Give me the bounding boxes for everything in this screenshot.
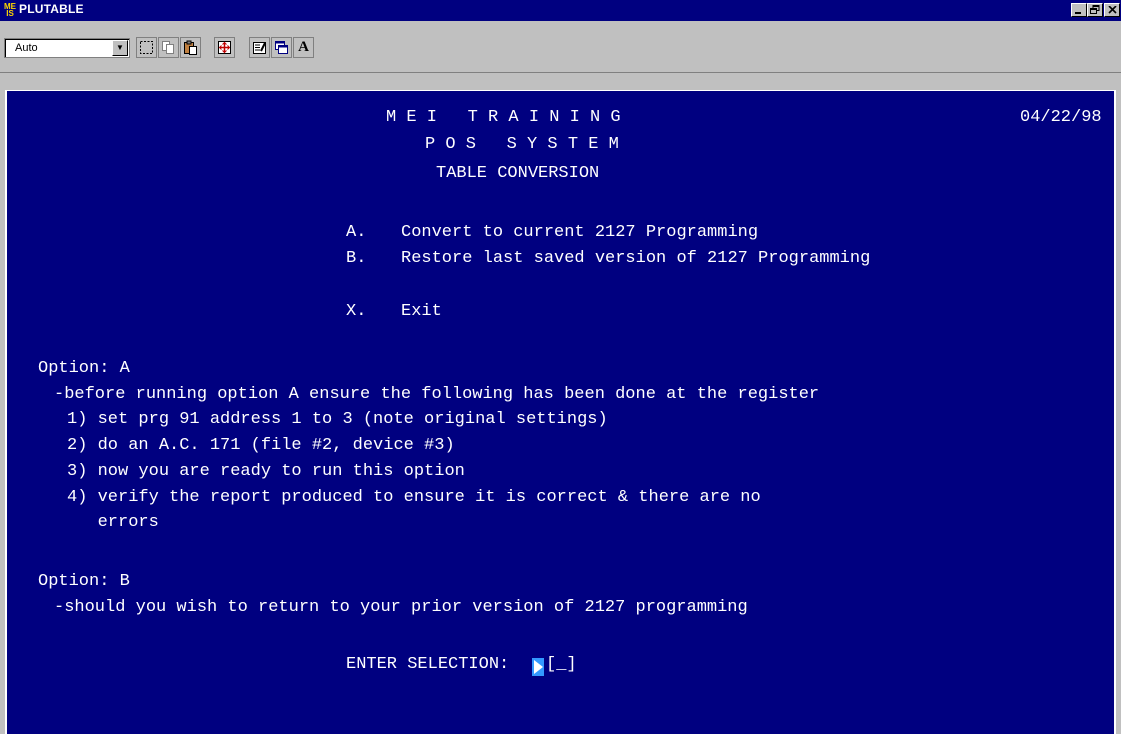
font-button[interactable]: A <box>293 37 314 58</box>
option-a-heading: Option: A <box>38 359 130 378</box>
menu-key-x: X. <box>346 302 367 321</box>
app-icon[interactable]: ME IS <box>3 3 17 18</box>
header-date: 04/22/98 <box>1020 108 1102 127</box>
properties-button[interactable] <box>249 37 270 58</box>
header-title: M E I T R A I N I N G <box>386 108 621 127</box>
option-b-heading: Option: B <box>38 572 130 591</box>
select-all-button[interactable] <box>136 37 157 58</box>
header-subtitle: P O S S Y S T E M <box>425 135 619 154</box>
terminal-screen[interactable]: M E I T R A I N I N G 04/22/98 P O S S Y… <box>5 90 1116 734</box>
option-a-step-2: 2) do an A.C. 171 (file #2, device #3) <box>67 436 455 455</box>
paste-icon <box>184 40 197 55</box>
minimize-button[interactable] <box>1071 3 1087 17</box>
chevron-down-icon[interactable]: ▼ <box>112 40 128 56</box>
fullscreen-button[interactable] <box>214 37 235 58</box>
menu-key-a: A. <box>346 223 367 242</box>
copy-button[interactable] <box>158 37 179 58</box>
marquee-select-icon <box>140 41 153 54</box>
title-bar[interactable]: ME IS PLUTABLE <box>0 0 1121 21</box>
copy-icon <box>162 41 174 54</box>
option-a-intro: -before running option A ensure the foll… <box>54 385 820 404</box>
background-button[interactable] <box>271 37 292 58</box>
window-title: PLUTABLE <box>19 2 84 16</box>
menu-item-exit: Exit <box>401 302 442 321</box>
cursor-arrow-icon <box>532 658 544 676</box>
properties-icon <box>253 42 266 54</box>
minimize-icon <box>1075 12 1081 14</box>
app-icon-text-bottom: IS <box>6 9 14 18</box>
header-section: TABLE CONVERSION <box>436 164 600 183</box>
fullscreen-icon <box>218 41 231 54</box>
window-icon <box>275 41 288 54</box>
paste-button[interactable] <box>180 37 201 58</box>
close-button[interactable] <box>1104 3 1120 17</box>
selection-input[interactable]: [_] <box>546 654 577 676</box>
option-a-step-1: 1) set prg 91 address 1 to 3 (note origi… <box>67 410 608 429</box>
menu-item-restore: Restore last saved version of 2127 Progr… <box>401 249 871 268</box>
prompt-label: ENTER SELECTION: <box>346 655 510 674</box>
option-b-text: -should you wish to return to your prior… <box>54 598 748 617</box>
terminal-frame: M E I T R A I N I N G 04/22/98 P O S S Y… <box>0 73 1121 734</box>
maximize-button[interactable] <box>1087 3 1103 17</box>
option-a-step-4-cont: errors <box>67 513 159 532</box>
option-a-step-4: 4) verify the report produced to ensure … <box>67 488 761 507</box>
restore-icon <box>1090 5 1100 14</box>
option-a-step-3: 3) now you are ready to run this option <box>67 462 465 481</box>
font-size-value: Auto <box>15 42 38 54</box>
close-icon <box>1107 5 1117 14</box>
menu-item-convert: Convert to current 2127 Programming <box>401 223 759 242</box>
toolbar: Auto ▼ A <box>0 21 1121 73</box>
font-size-select[interactable]: Auto ▼ <box>4 38 130 58</box>
menu-key-b: B. <box>346 249 367 268</box>
